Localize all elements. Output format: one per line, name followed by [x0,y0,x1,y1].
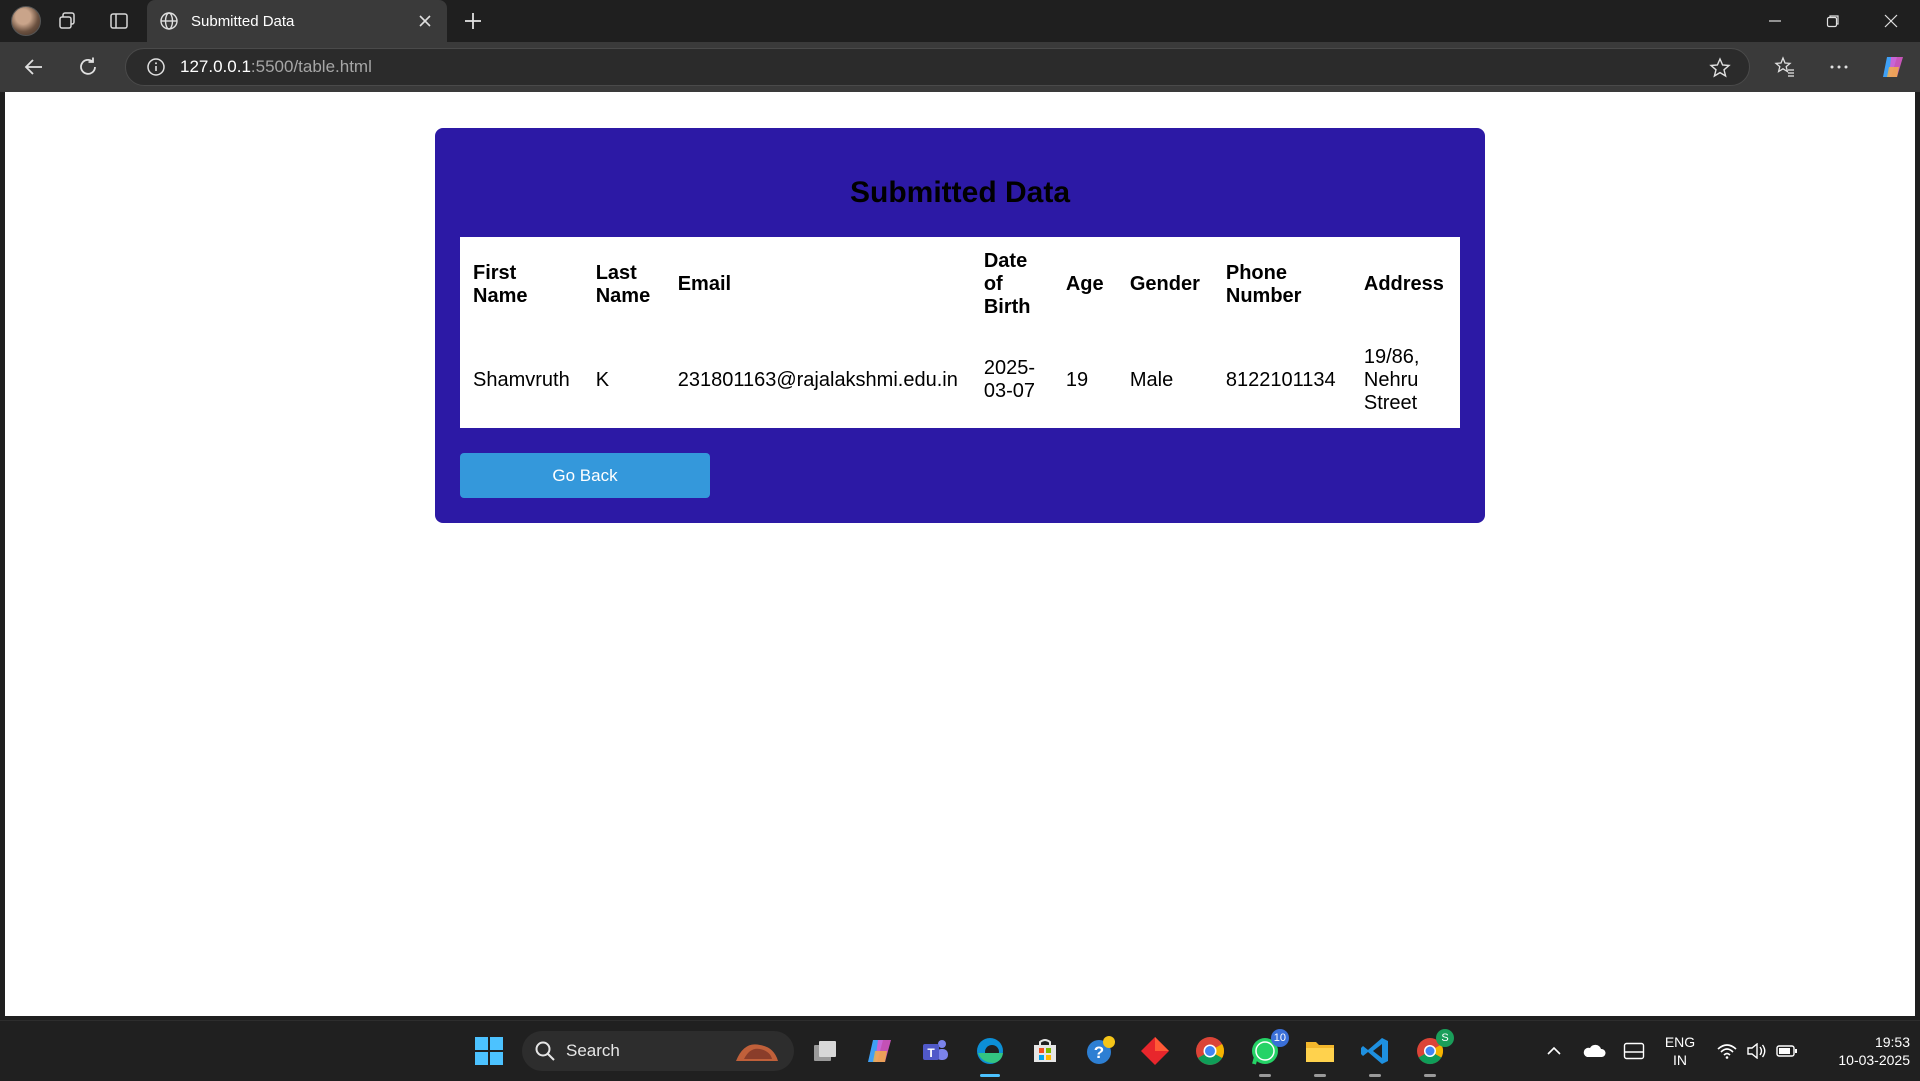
clock-date: 10-03-2025 [1838,1052,1910,1068]
whatsapp-unread-badge: 10 [1270,1029,1289,1047]
edge-icon[interactable] [970,1031,1010,1077]
tab-submitted-data[interactable]: Submitted Data [147,0,447,42]
table-header-row: First Name Last Name Email Date of Birth… [460,237,1460,332]
go-back-button[interactable]: Go Back [460,453,710,498]
address-bar[interactable]: 127.0.0.1:5500/table.html [125,48,1750,86]
site-info-icon[interactable] [146,57,166,77]
favorite-star-icon[interactable] [1709,57,1731,79]
lang-line-1: ENG [1664,1034,1696,1050]
col-header-address: Address [1363,273,1444,295]
col-header-last-name: Last Name [595,261,651,307]
close-window-icon[interactable] [1862,0,1920,42]
onedrive-icon[interactable] [1578,1021,1610,1081]
more-options-icon[interactable] [1812,42,1866,92]
cell-address: 19/86, Nehru Street [1363,345,1420,414]
col-header-dob: Date of Birth [983,250,1031,318]
col-header-age: Age [1065,273,1104,295]
task-view-icon[interactable] [805,1031,845,1071]
col-header-email: Email [677,273,732,295]
copilot-icon[interactable] [1866,42,1920,92]
url-host: 127.0.0.1 [180,57,251,76]
browser-tab-bar: Submitted Data [0,0,1920,42]
submitted-data-card: Submitted Data First Name Last Name Emai… [435,128,1485,523]
lang-line-2: IN [1673,1052,1687,1068]
input-language[interactable]: ENG IN [1660,1033,1700,1069]
browser-nav-bar: 127.0.0.1:5500/table.html [0,42,1920,92]
close-tab-icon[interactable] [415,11,435,31]
back-icon[interactable] [14,47,54,87]
cell-gender: Male [1129,368,1174,391]
volume-icon[interactable] [1742,1021,1772,1081]
chrome-profile-badge: S [1436,1029,1454,1047]
search-label: Search [566,1041,620,1060]
clock-time: 19:53 [1874,1034,1910,1050]
refresh-icon[interactable] [68,47,108,87]
svg-text:?: ? [1094,1043,1104,1062]
red-app-icon[interactable] [1135,1031,1175,1071]
search-highlight-icon [736,1044,778,1061]
running-indicator [1369,1074,1381,1077]
restore-icon[interactable] [1804,0,1862,42]
teams-icon[interactable]: T [915,1031,955,1071]
page-viewport: Submitted Data First Name Last Name Emai… [5,92,1915,1016]
tablet-keyboard-icon[interactable] [1618,1021,1650,1081]
new-tab-icon[interactable] [457,5,489,37]
running-indicator [1424,1074,1436,1077]
search-icon [535,1041,555,1061]
globe-icon [160,12,178,30]
taskbar-search[interactable]: Search [522,1031,794,1071]
get-help-icon[interactable]: ? [1080,1031,1120,1071]
profile-avatar[interactable] [11,6,41,36]
whatsapp-icon[interactable]: 10 [1245,1029,1289,1077]
start-icon[interactable] [469,1031,509,1071]
data-table-container: First Name Last Name Email Date of Birth… [460,237,1460,428]
submitted-data-table: First Name Last Name Email Date of Birth… [460,237,1460,428]
wifi-icon[interactable] [1712,1021,1742,1081]
store-icon[interactable] [1025,1031,1065,1071]
windows-taskbar: Search T ? 10 S ENG IN 19:53 10-03-2025 [0,1020,1920,1080]
table-row: Shamvruth K 231801163@rajalakshmi.edu.in… [460,332,1460,428]
active-indicator [980,1074,1000,1077]
running-indicator [1314,1074,1326,1077]
svg-text:T: T [927,1046,935,1060]
tab-title: Submitted Data [191,12,295,30]
workspaces-icon[interactable] [51,5,83,37]
favorites-icon[interactable] [1758,42,1812,92]
page-title: Submitted Data [849,176,1071,209]
cell-dob: 2025-03-07 [983,357,1035,402]
minimize-icon[interactable] [1746,0,1804,42]
vertical-tabs-icon[interactable] [103,5,135,37]
chrome-profile-icon[interactable]: S [1410,1029,1454,1077]
url-path: :5500/table.html [250,57,372,76]
chrome-icon[interactable] [1190,1031,1230,1071]
cell-first-name: Shamvruth [473,368,570,391]
copilot-app-icon[interactable] [860,1031,900,1071]
running-indicator [1259,1074,1271,1077]
cell-age: 19 [1065,368,1089,391]
col-header-phone: Phone Number [1225,261,1302,307]
col-header-first-name: First Name [473,261,528,307]
vscode-icon[interactable] [1355,1031,1395,1077]
show-hidden-icons[interactable] [1540,1021,1568,1081]
cell-phone: 8122101134 [1225,368,1336,391]
battery-icon[interactable] [1772,1021,1802,1081]
col-header-gender: Gender [1129,273,1200,295]
file-explorer-icon[interactable] [1300,1031,1340,1077]
cell-email: 231801163@rajalakshmi.edu.in [677,368,958,391]
cell-last-name: K [595,368,610,391]
system-clock[interactable]: 19:53 10-03-2025 [1810,1033,1910,1069]
